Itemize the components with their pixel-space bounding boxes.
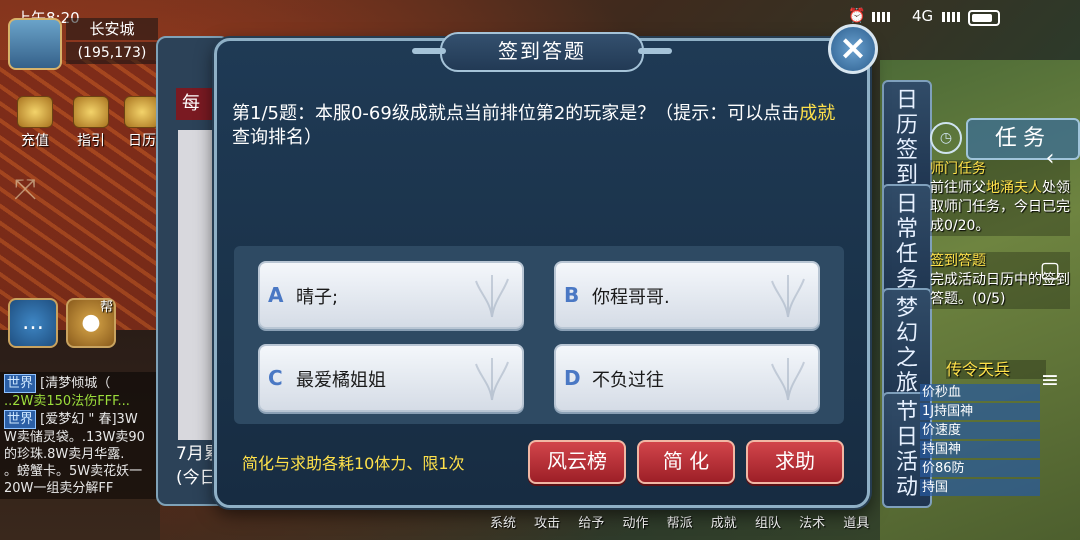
guide-button[interactable]: 指引 xyxy=(70,96,112,150)
location-name[interactable]: 长安城 xyxy=(66,18,158,40)
list-item[interactable]: 价速度 xyxy=(920,422,1040,439)
answer-text: 晴子; xyxy=(296,287,339,308)
orchid-decoration-icon xyxy=(771,358,805,401)
list-item[interactable]: 价86防 xyxy=(920,460,1040,477)
tab-label: 日常任务 xyxy=(895,192,918,292)
chat-bubble-icon: … xyxy=(22,310,44,335)
question-text: 第1/5题：本服0-69级成就点当前排位第2的玩家是？（提示：可以点击成就查询排… xyxy=(232,102,852,150)
ranking-button[interactable]: 风云榜 xyxy=(528,440,626,484)
bottom-items[interactable]: 道具 xyxy=(843,512,869,531)
chat-button[interactable]: … xyxy=(8,298,58,348)
bottom-attack[interactable]: 攻击 xyxy=(534,512,560,531)
answer-text: 你程哥哥. xyxy=(592,287,670,308)
answer-text: 最爱橘姐姐 xyxy=(296,370,386,391)
chat-line: ..2W卖150法伤FFF... xyxy=(4,394,130,409)
answer-letter: D xyxy=(564,366,581,390)
chat-line: 的珍珠.8W卖月华露. xyxy=(4,447,125,462)
list-item[interactable]: 价秒血 xyxy=(920,384,1040,401)
guild-label: 帮 xyxy=(100,300,114,315)
status-bar: 上午8:20 ⏰ 4G xyxy=(0,0,1080,32)
nav-home-icon[interactable]: ▢ xyxy=(1030,258,1070,283)
nav-menu-icon[interactable]: ≡ xyxy=(1030,368,1070,393)
player-avatar[interactable] xyxy=(8,18,62,70)
answer-option-a[interactable]: A 晴子; xyxy=(258,261,524,329)
question-prefix: 第1/5题：本服0-69级成就点当前排位第2的玩家是？（提示：可以点击 xyxy=(232,103,800,124)
bottom-give[interactable]: 给予 xyxy=(578,512,604,531)
orchid-decoration-icon xyxy=(475,275,509,318)
bottom-spells[interactable]: 法术 xyxy=(799,512,825,531)
channel-badge: 世界 xyxy=(4,410,37,429)
answer-option-d[interactable]: D 不负过往 xyxy=(554,344,820,412)
achievement-link[interactable]: 成就 xyxy=(799,103,835,124)
orchid-decoration-icon xyxy=(475,358,509,401)
alarm-icon: ⏰ xyxy=(848,8,866,24)
tab-calendar-checkin[interactable]: 日历签到 xyxy=(882,80,932,196)
clock-icon[interactable]: ◷ xyxy=(930,122,962,154)
chat-line: 世界 [爱梦幻 " 春]3W xyxy=(0,410,160,429)
signal-icon xyxy=(872,12,890,22)
answer-letter: A xyxy=(268,283,284,307)
close-button[interactable]: × xyxy=(828,24,878,74)
bottom-achievement[interactable]: 成就 xyxy=(711,512,737,531)
list-item[interactable]: 1J持国神 xyxy=(920,403,1040,420)
recharge-icon xyxy=(17,96,53,128)
guide-label: 指引 xyxy=(77,133,105,149)
bottom-action-bar: 系统 攻击 给予 动作 帮派 成就 组队 法术 道具 xyxy=(490,512,1010,540)
cost-hint: 简化与求助各耗10体力、限1次 xyxy=(242,454,465,473)
bottom-system[interactable]: 系统 xyxy=(490,512,516,531)
nav-back-icon[interactable]: ‹ xyxy=(1030,146,1070,171)
tab-daily-tasks[interactable]: 日常任务 xyxy=(882,184,932,300)
calendar-icon xyxy=(124,96,160,128)
microphone-icon: ● xyxy=(81,310,101,335)
battery-icon xyxy=(968,10,1000,26)
recharge-button[interactable]: 充值 xyxy=(14,96,56,150)
quest-master[interactable]: 师门任务 前往师父地涌夫人处领取师门任务，今日已完成0/20。 xyxy=(930,160,1070,236)
guide-icon xyxy=(73,96,109,128)
answer-option-c[interactable]: C 最爱橘姐姐 xyxy=(258,344,524,412)
calendar-label: 日历 xyxy=(128,133,156,149)
tab-label: 节日活动 xyxy=(895,400,918,500)
chat-line: W卖储灵袋。.13W卖90 xyxy=(4,430,145,445)
recharge-label: 充值 xyxy=(21,133,49,149)
network-type: 4G xyxy=(912,7,934,25)
dialog-title: 签到答题 xyxy=(412,32,672,72)
bottom-team[interactable]: 组队 xyxy=(755,512,781,531)
expand-arrows-icon[interactable]: ⤧ xyxy=(14,172,46,205)
signal-icon xyxy=(942,12,960,22)
list-item[interactable]: 持国神 xyxy=(920,441,1040,458)
bottom-action[interactable]: 动作 xyxy=(622,512,648,531)
chat-line: 世界 [清梦倾城（ xyxy=(0,374,160,393)
help-button[interactable]: 求助 xyxy=(746,440,844,484)
chat-line: 20W一组卖分解FF xyxy=(4,481,114,496)
quest-desc: 前往师父地涌夫人处领取师门任务，今日已完成0/20。 xyxy=(930,180,1070,234)
list-item[interactable]: 持国 xyxy=(920,479,1040,496)
calendar-button[interactable]: 日历 xyxy=(124,96,160,150)
bottom-guild[interactable]: 帮派 xyxy=(667,512,693,531)
chat-log[interactable]: 世界 [清梦倾城（ ..2W卖150法伤FFF... 世界 [爱梦幻 " 春]3… xyxy=(0,372,160,499)
tab-label: 梦幻之旅 xyxy=(895,296,918,396)
channel-badge: 世界 xyxy=(4,374,37,393)
simplify-button[interactable]: 简 化 xyxy=(637,440,735,484)
question-suffix: 查询排名） xyxy=(232,127,322,148)
location-coords: (195,173) xyxy=(66,42,158,64)
answer-text: 不负过往 xyxy=(592,370,664,391)
answer-letter: B xyxy=(564,283,580,307)
tab-label: 日历签到 xyxy=(895,88,918,188)
answer-letter: C xyxy=(268,366,283,390)
close-icon: × xyxy=(838,28,868,68)
chat-text: [清梦倾城（ xyxy=(40,376,111,391)
right-player-list[interactable]: 价秒血 1J持国神 价速度 持国神 价86防 持国 xyxy=(920,384,1040,498)
answer-option-b[interactable]: B 你程哥哥. xyxy=(554,261,820,329)
orchid-decoration-icon xyxy=(771,275,805,318)
chat-line: 。螃蟹卡。5W卖花妖一 xyxy=(4,464,143,479)
chat-text: [爱梦幻 " 春]3W xyxy=(40,412,138,427)
